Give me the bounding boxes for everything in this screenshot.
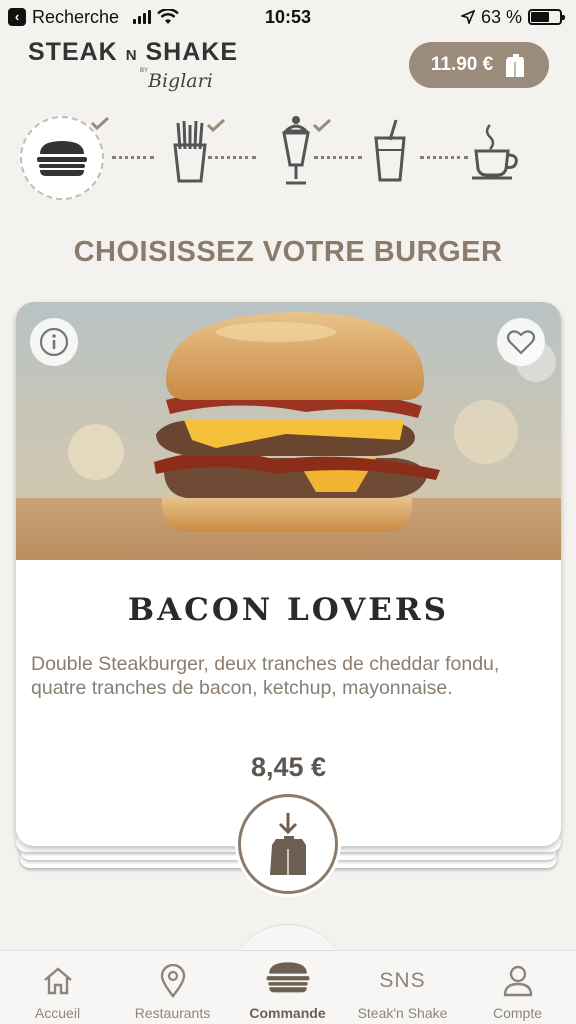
brand-logo: STEAK N SHAKE BY Biglari xyxy=(28,38,268,92)
home-icon xyxy=(43,967,72,995)
tab-accueil[interactable]: Accueil xyxy=(0,951,115,1024)
step-fries[interactable] xyxy=(150,106,230,196)
tab-commande[interactable]: Commande xyxy=(230,951,345,1024)
step-done-check-icon xyxy=(90,116,110,130)
order-steps xyxy=(0,106,576,206)
product-card[interactable]: BACON LOVERS Double Steakburger, deux tr… xyxy=(16,302,561,846)
user-icon xyxy=(503,965,532,997)
battery-icon xyxy=(528,9,565,25)
brand-n: N xyxy=(125,47,138,64)
burger-icon xyxy=(37,141,87,176)
product-card-stack: BACON LOVERS Double Steakburger, deux tr… xyxy=(16,302,561,870)
cart-button[interactable]: 11.90 € xyxy=(409,42,549,88)
tab-compte[interactable]: Compte xyxy=(460,951,575,1024)
product-description: Double Steakburger, deux tranches de che… xyxy=(31,653,500,699)
info-icon xyxy=(39,327,69,357)
shopping-bag-icon xyxy=(506,54,525,77)
back-to-search[interactable]: ‹ Recherche xyxy=(8,7,179,28)
wifi-icon xyxy=(157,9,179,24)
back-arrow-icon: ‹ xyxy=(8,8,26,26)
product-name: BACON LOVERS xyxy=(127,592,450,628)
step-drink[interactable] xyxy=(350,106,430,196)
drink-icon xyxy=(374,119,406,182)
brand-by: BY xyxy=(140,68,149,74)
signal-icon xyxy=(133,10,152,24)
cart-total: 11.90 € xyxy=(430,54,494,75)
tab-label: Compte xyxy=(492,1005,543,1021)
step-done-check-icon xyxy=(206,118,226,132)
add-to-bag-icon xyxy=(270,813,306,875)
battery-text: 63 % xyxy=(480,6,522,27)
page-title: CHOISISSEZ VOTRE BURGER xyxy=(73,236,503,268)
sns-logo-icon: SNS xyxy=(379,969,426,992)
tab-label: Steak'n Shake xyxy=(357,1005,448,1021)
tab-steak-n-shake[interactable]: SNS Steak'n Shake xyxy=(345,951,460,1024)
step-shake[interactable] xyxy=(256,106,336,196)
back-label: Recherche xyxy=(32,6,120,27)
brand-signature: Biglari xyxy=(148,70,213,92)
favorite-button[interactable] xyxy=(497,318,545,366)
step-done-check-icon xyxy=(312,118,332,132)
fries-icon xyxy=(173,120,207,183)
coffee-icon xyxy=(472,124,518,180)
info-button[interactable] xyxy=(30,318,78,366)
burger-icon xyxy=(266,962,309,993)
tab-bar: Accueil Restaurants Commande SNS Steak'n… xyxy=(0,950,576,1024)
status-bar: ‹ Recherche 10:53 63 % xyxy=(0,0,576,34)
brand-word-steak: STEAK xyxy=(28,38,118,66)
brand-word-shake: SHAKE xyxy=(145,38,238,66)
tab-label: Commande xyxy=(249,1005,326,1021)
location-arrow-icon xyxy=(460,10,475,24)
shake-icon xyxy=(282,116,310,185)
location-pin-icon xyxy=(160,964,185,998)
step-coffee[interactable] xyxy=(456,106,536,196)
heart-icon xyxy=(506,330,536,355)
step-burger[interactable] xyxy=(20,110,110,206)
product-image xyxy=(16,302,561,560)
add-to-order-button[interactable] xyxy=(238,794,338,894)
tab-label: Accueil xyxy=(34,1005,81,1021)
tab-label: Restaurants xyxy=(134,1005,211,1021)
product-price: 8,45 € xyxy=(250,752,327,782)
tab-restaurants[interactable]: Restaurants xyxy=(115,951,230,1024)
